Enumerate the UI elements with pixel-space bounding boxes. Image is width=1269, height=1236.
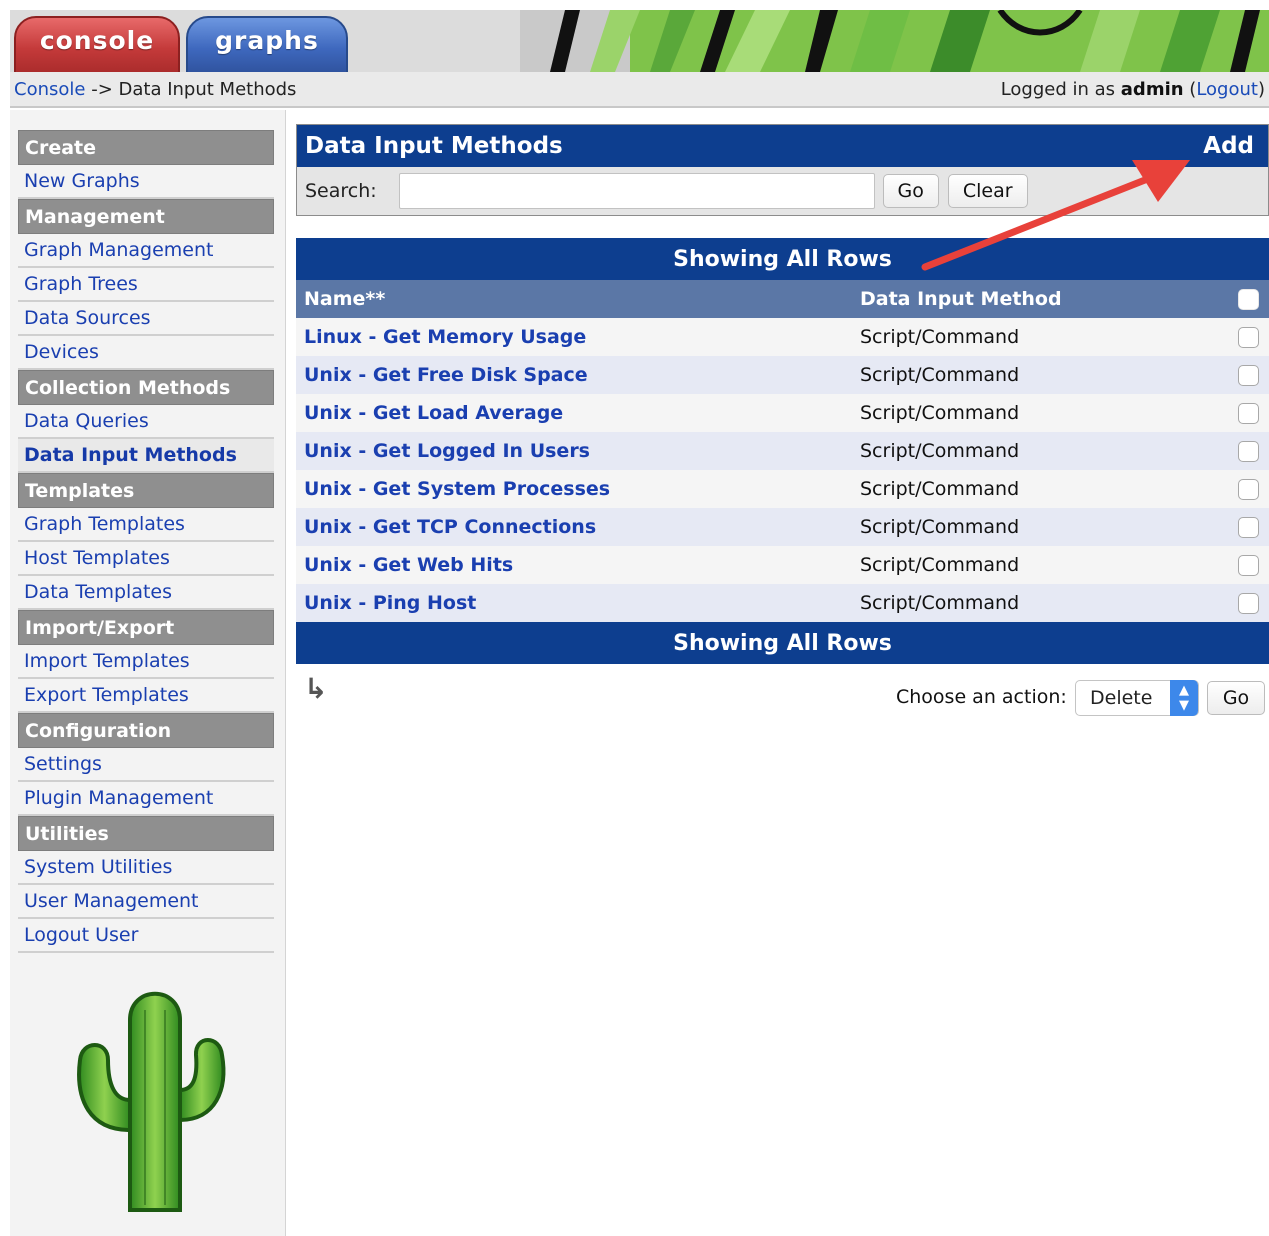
sidebar-item-user-management[interactable]: User Management [18,885,274,919]
table-row: Unix - Ping Host Script/Command [296,584,1269,622]
sidebar-section-configuration: Configuration [18,713,274,748]
method-type: Script/Command [860,364,1020,386]
method-type: Script/Command [860,554,1020,576]
cactus-logo [77,991,226,1212]
sidebar-item-data-sources[interactable]: Data Sources [18,302,274,336]
tab-graphs[interactable]: graphs [186,16,348,72]
sidebar-item-data-input-methods[interactable]: Data Input Methods [18,439,274,473]
method-type: Script/Command [860,440,1020,462]
method-type: Script/Command [860,516,1020,538]
data-input-methods-panel: Data Input Methods Add Search: Go Clear [296,124,1269,216]
sidebar-item-graph-templates[interactable]: Graph Templates [18,508,274,542]
method-name-link[interactable]: Unix - Get Web Hits [304,554,513,576]
search-bar: Search: Go Clear [297,167,1268,215]
column-header-method[interactable]: Data Input Method [860,288,1062,310]
login-paren-close: ) [1257,78,1265,100]
login-status: Logged in as admin (Logout) [1001,79,1265,100]
sidebar-item-plugin-management[interactable]: Plugin Management [18,782,274,816]
row-checkbox[interactable] [1238,479,1259,500]
search-go-button[interactable]: Go [882,174,939,208]
panel-header: Data Input Methods Add [297,125,1268,167]
sidebar-item-import-templates[interactable]: Import Templates [18,645,274,679]
row-checkbox[interactable] [1238,403,1259,424]
row-checkbox[interactable] [1238,517,1259,538]
sidebar-section-templates: Templates [18,473,274,508]
table-row: Unix - Get TCP Connections Script/Comman… [296,508,1269,546]
action-bar: ↳ Choose an action: Delete ▲ ▼ Go [296,666,1269,716]
sidebar: Create New Graphs Management Graph Manag… [10,110,286,1236]
sidebar-section-collection-methods: Collection Methods [18,370,274,405]
table-body: Linux - Get Memory Usage Script/Command … [296,318,1269,622]
method-name-link[interactable]: Unix - Get Logged In Users [304,440,590,462]
method-name-link[interactable]: Unix - Ping Host [304,592,476,614]
method-type: Script/Command [860,478,1020,500]
logout-link[interactable]: Logout [1196,79,1258,100]
method-name-link[interactable]: Linux - Get Memory Usage [304,326,586,348]
table-row: Unix - Get System Processes Script/Comma… [296,470,1269,508]
method-name-link[interactable]: Unix - Get Free Disk Space [304,364,588,386]
select-stepper-icon: ▲ ▼ [1170,680,1198,716]
add-button[interactable]: Add [1203,133,1254,159]
action-select-value: Delete [1090,687,1153,709]
methods-table: Showing All Rows Name** Data Input Metho… [296,238,1269,664]
action-select[interactable]: Delete ▲ ▼ [1075,680,1199,716]
sidebar-item-devices[interactable]: Devices [18,336,274,370]
tab-console[interactable]: console [14,16,180,72]
sidebar-item-graph-trees[interactable]: Graph Trees [18,268,274,302]
action-go-button[interactable]: Go [1207,681,1265,715]
method-name-link[interactable]: Unix - Get Load Average [304,402,563,424]
sidebar-item-settings[interactable]: Settings [18,748,274,782]
row-checkbox[interactable] [1238,555,1259,576]
sidebar-item-system-utilities[interactable]: System Utilities [18,851,274,885]
cactus-banner-art [520,10,1269,72]
select-all-checkbox[interactable] [1238,289,1259,310]
breadcrumb: Console -> Data Input Methods [14,79,296,100]
table-header-row: Name** Data Input Method [296,280,1269,318]
top-banner: console graphs [10,10,1269,72]
sidebar-item-export-templates[interactable]: Export Templates [18,679,274,713]
search-clear-button[interactable]: Clear [947,174,1028,208]
sidebar-item-graph-management[interactable]: Graph Management [18,234,274,268]
search-label: Search: [305,180,377,202]
row-checkbox[interactable] [1238,441,1259,462]
method-type: Script/Command [860,326,1020,348]
row-checkbox[interactable] [1238,327,1259,348]
row-checkbox[interactable] [1238,593,1259,614]
action-label: Choose an action: [896,686,1067,708]
method-name-link[interactable]: Unix - Get System Processes [304,478,610,500]
breadcrumb-bar: Console -> Data Input Methods Logged in … [10,72,1269,108]
table-row: Linux - Get Memory Usage Script/Command [296,318,1269,356]
sidebar-section-utilities: Utilities [18,816,274,851]
method-type: Script/Command [860,592,1020,614]
breadcrumb-current: Data Input Methods [118,78,297,100]
breadcrumb-console-link[interactable]: Console [14,79,85,100]
search-input[interactable] [398,173,875,209]
table-row: Unix - Get Web Hits Script/Command [296,546,1269,584]
breadcrumb-separator: -> [91,78,113,100]
sidebar-item-new-graphs[interactable]: New Graphs [18,165,274,199]
sidebar-item-data-templates[interactable]: Data Templates [18,576,274,610]
table-row: Unix - Get Logged In Users Script/Comman… [296,432,1269,470]
sidebar-section-management: Management [18,199,274,234]
method-name-link[interactable]: Unix - Get TCP Connections [304,516,596,538]
login-username: admin [1120,78,1184,100]
method-type: Script/Command [860,402,1020,424]
sidebar-item-data-queries[interactable]: Data Queries [18,405,274,439]
row-checkbox[interactable] [1238,365,1259,386]
table-row: Unix - Get Load Average Script/Command [296,394,1269,432]
sidebar-section-create: Create [18,130,274,165]
sidebar-item-logout-user[interactable]: Logout User [18,919,274,953]
table-banner-bottom: Showing All Rows [296,622,1269,664]
login-prefix: Logged in as [1000,78,1116,100]
sidebar-item-host-templates[interactable]: Host Templates [18,542,274,576]
return-arrow-icon: ↳ [304,672,328,705]
page-title: Data Input Methods [305,133,563,159]
table-row: Unix - Get Free Disk Space Script/Comman… [296,356,1269,394]
table-banner-top: Showing All Rows [296,238,1269,280]
column-header-name[interactable]: Name** [304,288,385,310]
sidebar-section-import-export: Import/Export [18,610,274,645]
